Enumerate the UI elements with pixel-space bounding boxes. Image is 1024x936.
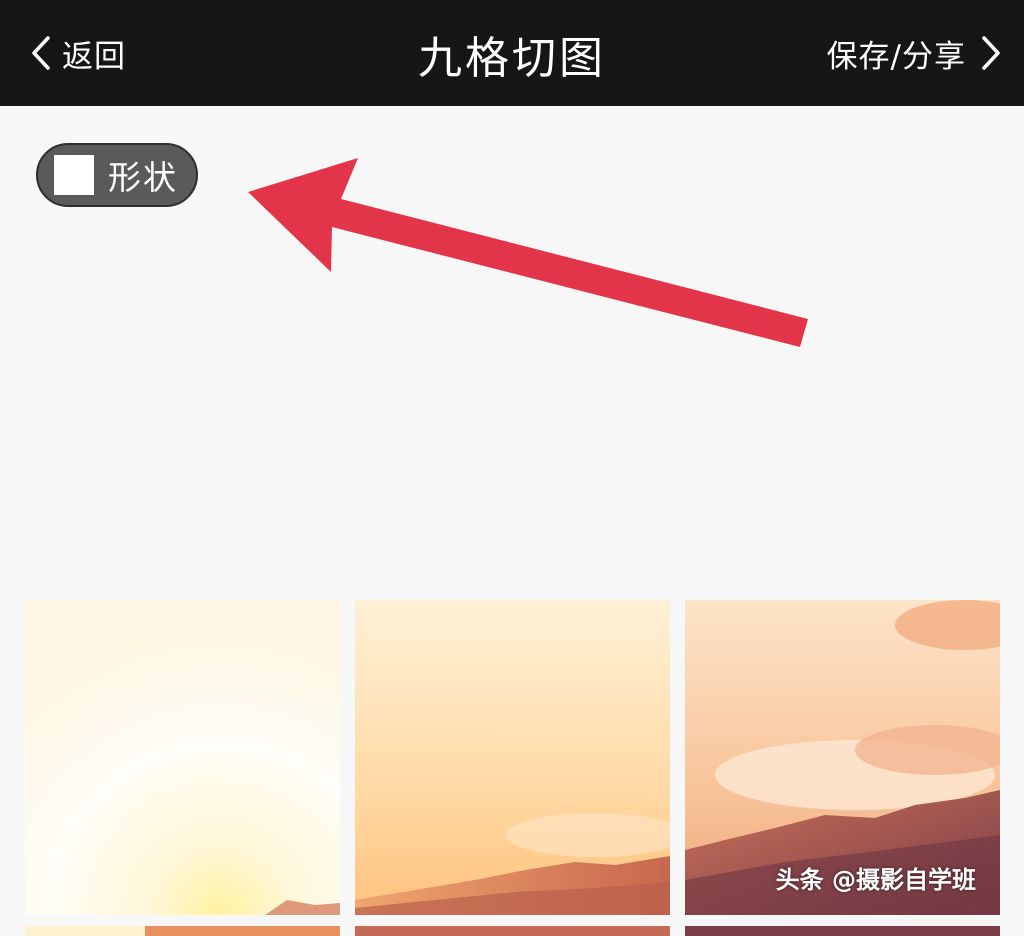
save-share-button[interactable]: 保存/分享 [827, 30, 1002, 76]
sunset-image-tile [25, 600, 340, 915]
back-label: 返回 [62, 38, 126, 75]
header-bar: 返回 九格切图 保存/分享 [0, 0, 1024, 106]
sunset-image-tile [355, 600, 670, 915]
chevron-left-icon [32, 36, 50, 70]
save-share-label: 保存/分享 [826, 38, 966, 75]
watermark-text: 头条 @摄影自学班 [775, 866, 976, 894]
grid-cell-5[interactable] [355, 926, 670, 936]
back-button[interactable]: 返回 [30, 30, 126, 76]
grid-cell-1[interactable] [25, 600, 340, 915]
shape-toggle-button[interactable]: 形状 [36, 143, 198, 207]
grid-cell-6[interactable] [685, 926, 1000, 936]
shape-label: 形状 [108, 158, 178, 197]
sunset-image-tile [685, 926, 1000, 936]
sunset-image-tile [25, 926, 340, 936]
grid-cell-2[interactable] [355, 600, 670, 915]
grid-cell-4[interactable] [25, 926, 340, 936]
chevron-right-icon [982, 36, 1000, 70]
square-shape-icon [54, 155, 94, 195]
sunset-image-tile [355, 926, 670, 936]
grid-cell-3[interactable]: 头条 @摄影自学班 [685, 600, 1000, 915]
